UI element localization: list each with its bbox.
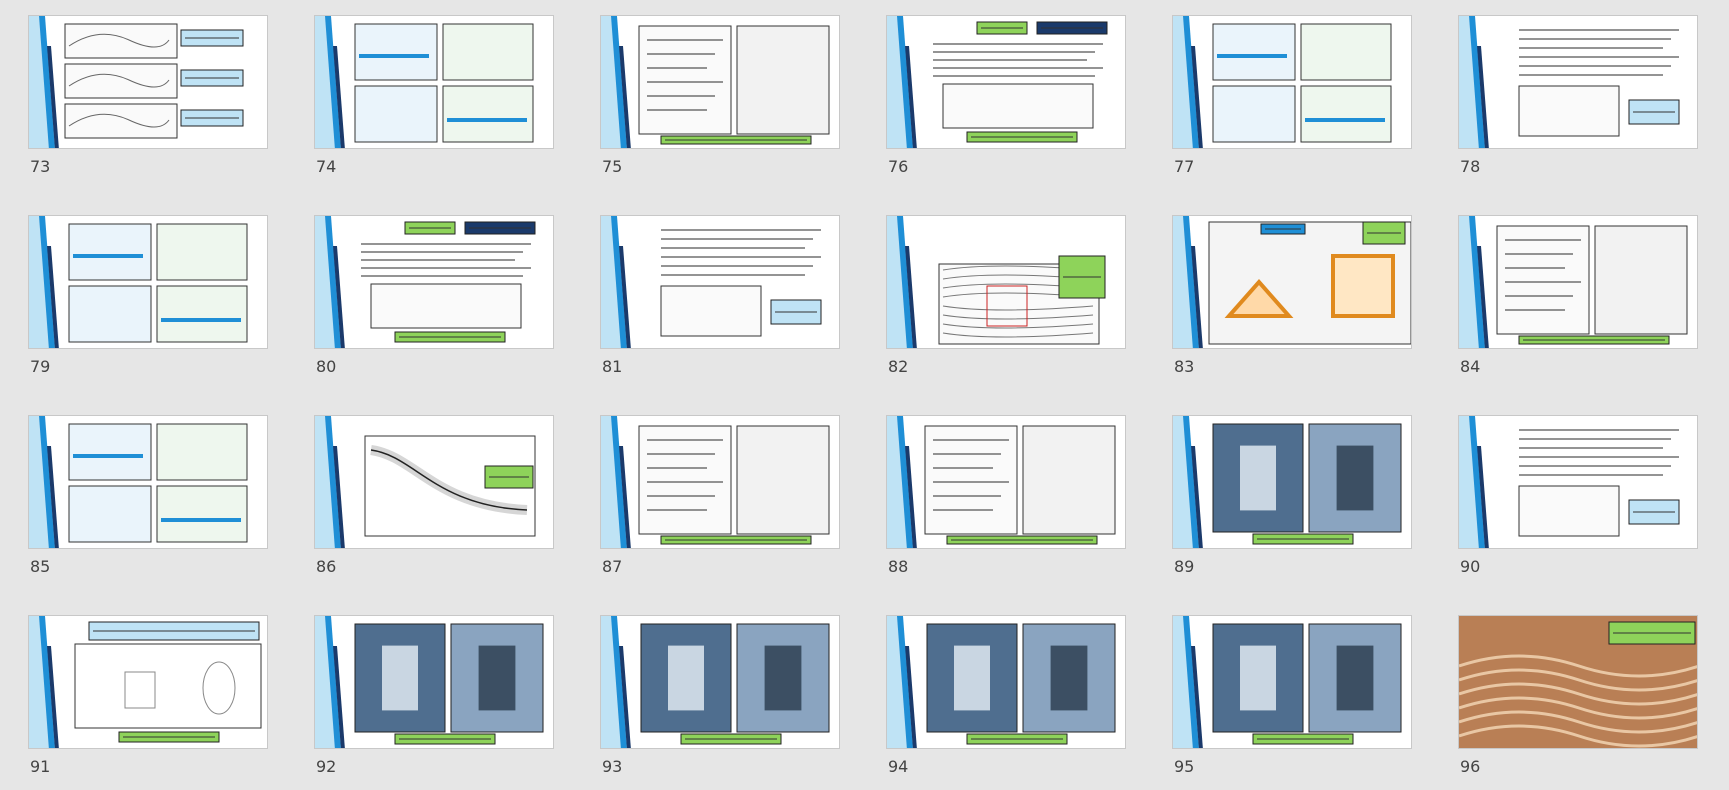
slide-number: 84 [1460, 357, 1481, 376]
slide-thumbnail-cell[interactable]: 76 [886, 15, 1128, 190]
slide-thumbnail[interactable] [314, 15, 554, 149]
slide-thumbnail-cell[interactable]: 84 [1458, 215, 1700, 390]
slide-thumbnail-cell[interactable]: 87 [600, 415, 842, 590]
slide-thumbnail-cell[interactable]: 96 [1458, 615, 1700, 790]
slide-preview-image [1459, 416, 1680, 548]
slide-preview-image [601, 16, 830, 148]
slide-preview-image [601, 416, 830, 548]
slide-number: 77 [1174, 157, 1195, 176]
slide-number: 91 [30, 757, 51, 776]
slide-preview-image [315, 616, 544, 748]
slide-thumbnail[interactable] [1458, 15, 1698, 149]
slide-preview-image [887, 216, 1106, 348]
slide-thumbnail-cell[interactable]: 82 [886, 215, 1128, 390]
slide-thumbnail[interactable] [600, 15, 840, 149]
slide-thumbnail[interactable] [1458, 615, 1698, 749]
slide-thumbnail[interactable] [28, 15, 268, 149]
slide-thumbnail-cell[interactable]: 75 [600, 15, 842, 190]
slide-thumbnail-cell[interactable]: 94 [886, 615, 1128, 790]
slide-number: 96 [1460, 757, 1481, 776]
slide-thumbnail-cell[interactable]: 83 [1172, 215, 1414, 390]
slide-number: 81 [602, 357, 623, 376]
slide-preview-image [601, 616, 830, 748]
slide-number: 90 [1460, 557, 1481, 576]
slide-preview-image [1173, 616, 1402, 748]
slide-thumbnail-cell[interactable]: 80 [314, 215, 556, 390]
slide-thumbnail-cell[interactable]: 95 [1172, 615, 1414, 790]
slide-thumbnail[interactable] [600, 215, 840, 349]
slide-preview-image [1173, 216, 1411, 348]
slide-number: 78 [1460, 157, 1481, 176]
slide-thumbnail-cell[interactable]: 88 [886, 415, 1128, 590]
slide-number: 95 [1174, 757, 1195, 776]
slide-thumbnail[interactable] [1172, 615, 1412, 749]
slide-thumbnail[interactable] [1172, 415, 1412, 549]
slide-thumbnail[interactable] [600, 615, 840, 749]
slide-preview-image [29, 16, 244, 148]
slide-preview-image [315, 16, 534, 148]
slide-number: 85 [30, 557, 51, 576]
slide-thumbnail-cell[interactable]: 92 [314, 615, 556, 790]
slide-number: 94 [888, 757, 909, 776]
slide-thumbnail-cell[interactable]: 73 [28, 15, 270, 190]
slide-number: 83 [1174, 357, 1195, 376]
slide-thumbnail[interactable] [314, 615, 554, 749]
slide-thumbnail-cell[interactable]: 90 [1458, 415, 1700, 590]
slide-thumbnail[interactable] [886, 215, 1126, 349]
slide-thumbnail-cell[interactable]: 85 [28, 415, 270, 590]
slide-number: 87 [602, 557, 623, 576]
slide-number: 75 [602, 157, 623, 176]
slide-preview-image [601, 216, 822, 348]
slide-thumbnail[interactable] [600, 415, 840, 549]
slide-number: 74 [316, 157, 337, 176]
slide-thumbnail-cell[interactable]: 74 [314, 15, 556, 190]
slide-thumbnail[interactable] [886, 415, 1126, 549]
slide-sorter-grid: 73 74 75 76 77 78 79 80 81 82 83 84 85 86 87 88 89 90 91 92… [0, 0, 1729, 788]
slide-thumbnail[interactable] [28, 615, 268, 749]
slide-thumbnail[interactable] [886, 15, 1126, 149]
slide-number: 89 [1174, 557, 1195, 576]
slide-thumbnail[interactable] [1172, 215, 1412, 349]
slide-thumbnail[interactable] [886, 615, 1126, 749]
slide-number: 76 [888, 157, 909, 176]
slide-number: 93 [602, 757, 623, 776]
slide-preview-image [1459, 216, 1688, 348]
slide-thumbnail[interactable] [28, 415, 268, 549]
slide-preview-image [315, 416, 536, 548]
slide-thumbnail[interactable] [28, 215, 268, 349]
slide-number: 79 [30, 357, 51, 376]
slide-thumbnail[interactable] [314, 415, 554, 549]
slide-thumbnail-cell[interactable]: 81 [600, 215, 842, 390]
slide-thumbnail-cell[interactable]: 78 [1458, 15, 1700, 190]
slide-preview-image [29, 616, 262, 748]
slide-thumbnail-cell[interactable]: 79 [28, 215, 270, 390]
slide-preview-image [1459, 616, 1697, 748]
slide-preview-image [29, 416, 248, 548]
slide-thumbnail-cell[interactable]: 89 [1172, 415, 1414, 590]
slide-preview-image [887, 616, 1116, 748]
slide-number: 92 [316, 757, 337, 776]
slide-preview-image [887, 16, 1108, 148]
slide-preview-image [1173, 16, 1392, 148]
slide-thumbnail-cell[interactable]: 93 [600, 615, 842, 790]
slide-preview-image [29, 216, 248, 348]
slide-number: 80 [316, 357, 337, 376]
slide-thumbnail[interactable] [314, 215, 554, 349]
slide-thumbnail[interactable] [1458, 215, 1698, 349]
slide-thumbnail[interactable] [1172, 15, 1412, 149]
slide-thumbnail-cell[interactable]: 77 [1172, 15, 1414, 190]
slide-number: 86 [316, 557, 337, 576]
slide-thumbnail[interactable] [1458, 415, 1698, 549]
slide-number: 73 [30, 157, 51, 176]
slide-preview-image [1459, 16, 1680, 148]
slide-preview-image [315, 216, 536, 348]
slide-number: 88 [888, 557, 909, 576]
slide-number: 82 [888, 357, 909, 376]
slide-thumbnail-cell[interactable]: 86 [314, 415, 556, 590]
slide-preview-image [1173, 416, 1402, 548]
slide-preview-image [887, 416, 1116, 548]
slide-thumbnail-cell[interactable]: 91 [28, 615, 270, 790]
